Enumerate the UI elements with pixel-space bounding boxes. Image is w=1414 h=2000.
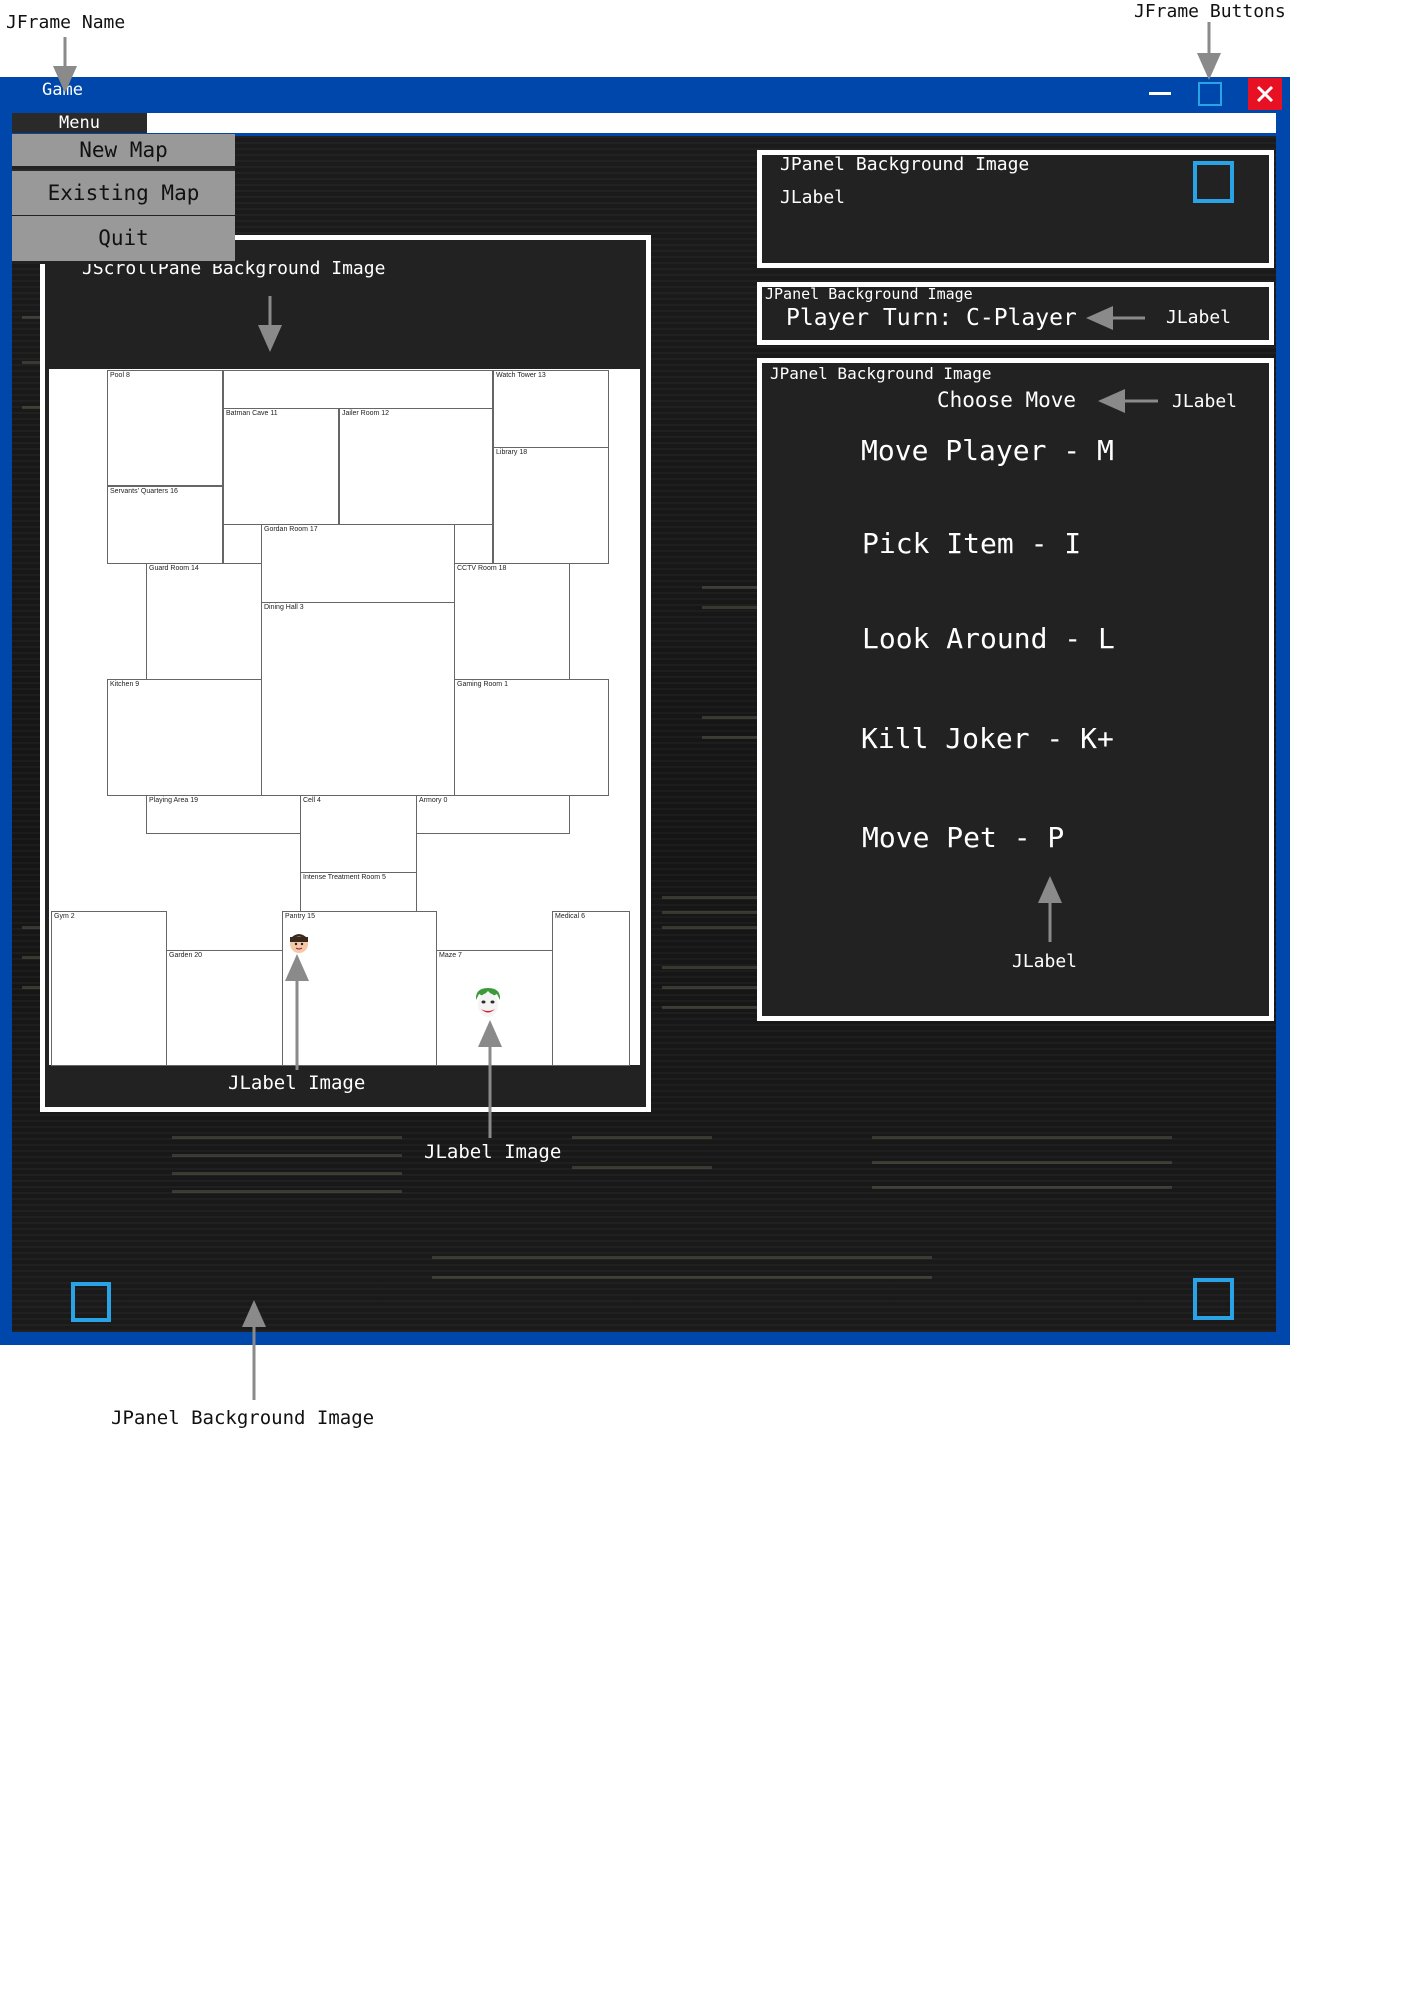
room [454, 524, 493, 564]
move-option-look-around[interactable]: Look Around - L [862, 622, 1115, 655]
room [223, 524, 262, 564]
room[interactable]: Servants' Quarters 16 [107, 486, 223, 564]
move-option-move-pet[interactable]: Move Pet - P [862, 821, 1064, 854]
close-icon [1256, 85, 1274, 103]
room[interactable]: Gym 2 [51, 911, 167, 1066]
minimize-icon [1149, 92, 1171, 95]
info-panel-label: JLabel [780, 187, 846, 208]
minimize-button[interactable] [1147, 81, 1173, 107]
menu-button[interactable]: Menu [12, 113, 147, 133]
move-option-kill-joker[interactable]: Kill Joker - K+ [861, 722, 1114, 755]
room[interactable]: Pool 8 [107, 370, 223, 486]
move-option-pick-item[interactable]: Pick Item - I [862, 527, 1081, 560]
bottom-jlabel-annotation: JLabel [1012, 951, 1078, 972]
choose-move-heading: Choose Move [937, 388, 1077, 412]
info-panel-square-icon [1193, 161, 1234, 203]
annotation-bottom-panel: JPanel Background Image [111, 1407, 375, 1429]
game-map: Pool 8 Watch Tower 13 Batman Cave 11 Jai… [49, 369, 640, 1066]
room[interactable]: Medical 6 [552, 911, 630, 1066]
annotation-jlabel-image-player: JLabel Image [228, 1072, 366, 1094]
turn-panel-title: JPanel Background Image [765, 285, 973, 303]
room[interactable]: Dining Hall 3 [261, 602, 455, 796]
room[interactable]: Guard Room 14 [146, 563, 262, 680]
move-option-move-player[interactable]: Move Player - M [861, 434, 1114, 467]
room[interactable]: Armory 0 [416, 795, 570, 834]
annotation-jframe-buttons: JFrame Buttons [1134, 1, 1286, 22]
annotation-jlabel-image-joker: JLabel Image [424, 1141, 562, 1163]
menu-item-new-map[interactable]: New Map [12, 134, 235, 169]
room[interactable]: Garden 20 [166, 950, 283, 1066]
menu-item-existing-map[interactable]: Existing Map [12, 171, 235, 218]
joker-icon[interactable] [473, 986, 503, 1020]
menu-item-quit[interactable]: Quit [12, 216, 235, 264]
maximize-icon [1198, 82, 1222, 106]
room[interactable]: Batman Cave 11 [223, 408, 339, 525]
annotation-jframe-name: JFrame Name [6, 12, 126, 33]
close-button[interactable] [1248, 78, 1282, 110]
room[interactable]: Playing Area 19 [146, 795, 301, 834]
corner-square-right-icon [1193, 1278, 1234, 1320]
room[interactable]: Jailer Room 12 [339, 408, 493, 525]
menu-bar [12, 113, 1276, 133]
corner-square-left-icon [71, 1282, 111, 1322]
room[interactable]: Watch Tower 13 [493, 370, 609, 448]
info-panel-title: JPanel Background Image [780, 154, 1030, 175]
choose-move-jlabel-annotation: JLabel [1172, 391, 1238, 412]
room[interactable]: Intense Treatment Room 5 [300, 872, 417, 912]
move-panel-title: JPanel Background Image [770, 364, 992, 383]
player-avatar-icon[interactable] [287, 931, 311, 955]
room[interactable]: Gaming Room 1 [454, 679, 609, 796]
room[interactable]: CCTV Room 18 [454, 563, 570, 680]
room[interactable]: Library 18 [493, 447, 609, 564]
menu-dropdown: New Map Existing Map Quit [12, 134, 235, 264]
player-turn-label: Player Turn: C-Player [786, 305, 1077, 331]
room [223, 370, 493, 409]
room[interactable]: Cell 4 [300, 795, 417, 873]
maximize-button[interactable] [1197, 81, 1223, 107]
room[interactable]: Kitchen 9 [107, 679, 262, 796]
window-title: Game [42, 80, 83, 100]
room[interactable]: Gordan Room 17 [261, 524, 455, 603]
turn-panel-jlabel-annotation: JLabel [1166, 307, 1232, 328]
